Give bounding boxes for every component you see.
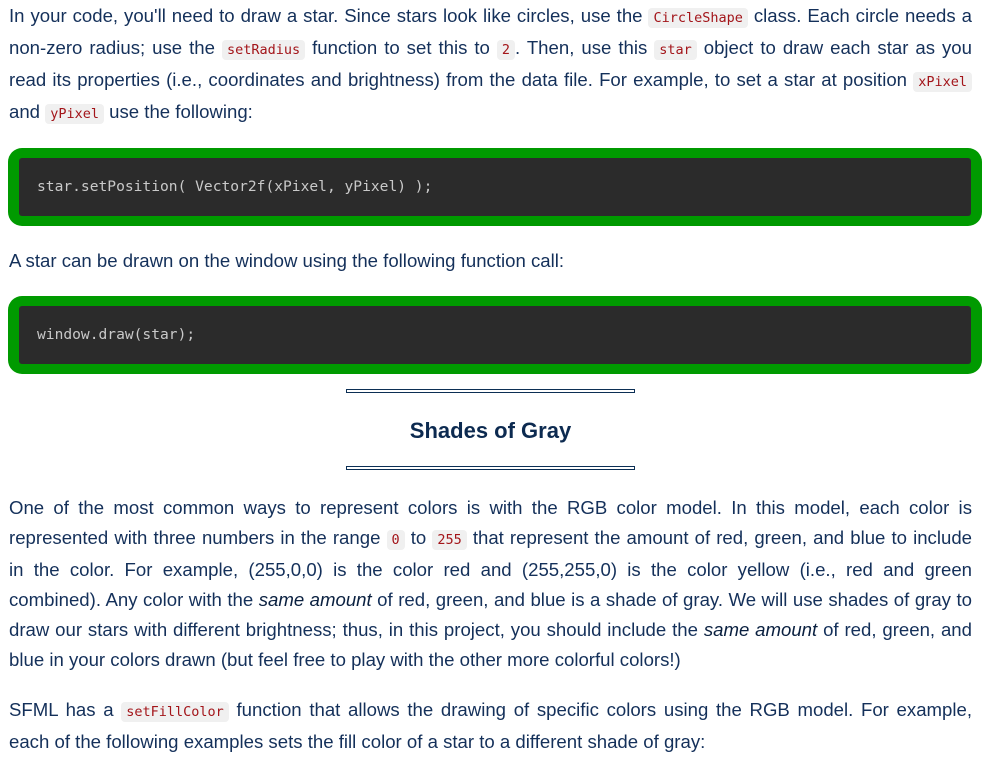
inline-code-range-max: 255 <box>432 530 467 550</box>
text-run: and <box>9 101 46 122</box>
inline-code-xpixel: xPixel <box>913 72 972 92</box>
inline-code-star: star <box>654 40 697 60</box>
code-block-content[interactable]: star.setPosition( Vector2f(xPixel, yPixe… <box>19 158 971 216</box>
text-run: use the following: <box>103 101 253 122</box>
inline-code-setradius: setRadius <box>221 40 306 60</box>
code-block-content[interactable]: window.draw(star); <box>19 306 971 364</box>
inline-code-setfillcolor: setFillColor <box>121 702 229 722</box>
code-line: window.draw(star); <box>37 326 196 343</box>
rgb-paragraph: One of the most common ways to represent… <box>9 493 972 675</box>
code-line: star.setPosition( Vector2f(xPixel, yPixe… <box>37 178 433 195</box>
text-run: to <box>404 527 433 548</box>
heading-top-rule <box>346 389 635 393</box>
intro-paragraph: In your code, you'll need to draw a star… <box>9 0 972 129</box>
inline-code-ypixel: yPixel <box>45 104 104 124</box>
inline-code-circleshape: CircleShape <box>648 8 748 28</box>
code-block-set-position: star.setPosition( Vector2f(xPixel, yPixe… <box>8 148 982 226</box>
text-run: SFML has a <box>9 699 122 720</box>
sfml-paragraph: SFML has a setFillColor function that al… <box>9 695 972 757</box>
inline-code-radius-value: 2 <box>496 40 516 60</box>
emphasis-same-amount: same amount <box>258 589 372 610</box>
inline-code-range-min: 0 <box>386 530 405 550</box>
text-run: In your code, you'll need to draw a star… <box>9 5 649 26</box>
text-run: function to set this to <box>305 37 497 58</box>
heading-bottom-rule <box>346 466 635 470</box>
draw-paragraph: A star can be drawn on the window using … <box>9 250 565 271</box>
text-run: . Then, use this <box>515 37 655 58</box>
document-page: In your code, you'll need to draw a star… <box>0 0 982 757</box>
section-heading: Shades of Gray <box>409 418 572 443</box>
emphasis-same-amount: same amount <box>703 619 818 640</box>
code-block-window-draw: window.draw(star); <box>8 296 982 374</box>
